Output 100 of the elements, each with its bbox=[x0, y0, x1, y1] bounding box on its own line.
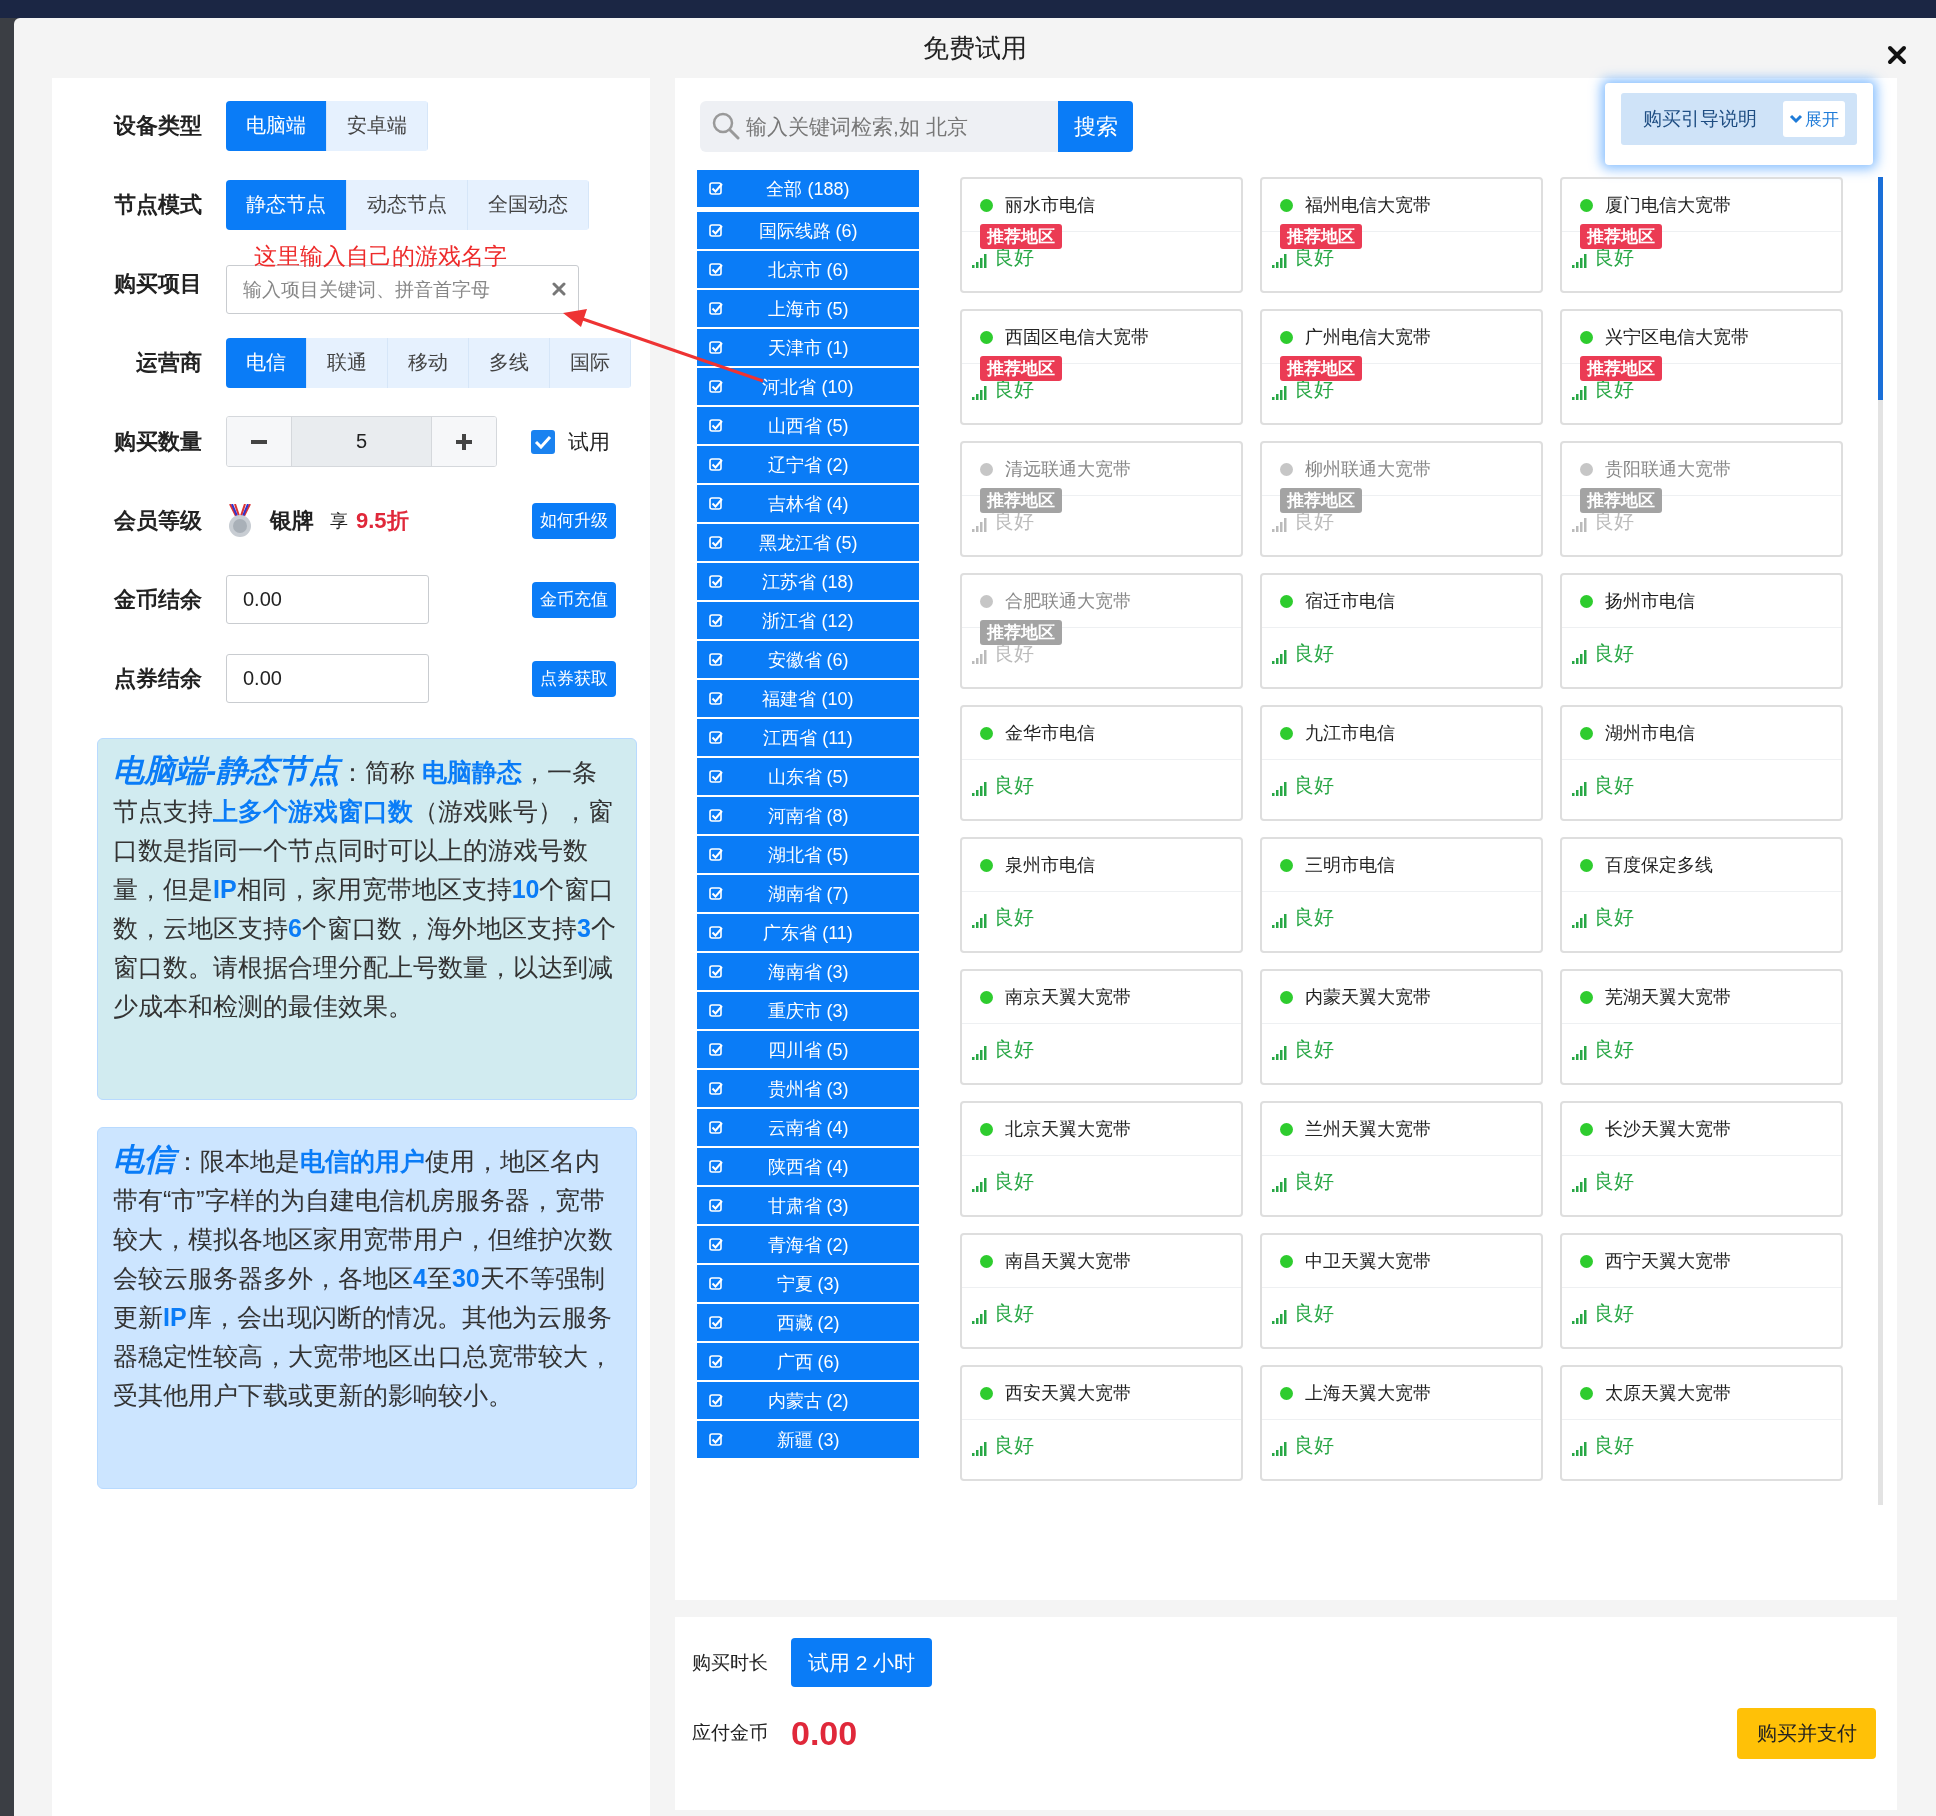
region-item[interactable]: 新疆 (3) bbox=[697, 1421, 919, 1458]
region-item[interactable]: 甘肃省 (3) bbox=[697, 1187, 919, 1224]
minus-icon bbox=[251, 439, 267, 444]
upgrade-button[interactable]: 如何升级 bbox=[532, 502, 616, 539]
region-item[interactable]: 湖南省 (7) bbox=[697, 875, 919, 912]
node-card[interactable]: 兴宁区电信大宽带 推荐地区 良好 bbox=[1560, 309, 1843, 425]
node-card[interactable]: 南昌天翼大宽带 良好 bbox=[960, 1233, 1243, 1349]
signal-status: 良好 bbox=[1294, 510, 1334, 532]
node-card[interactable]: 泉州市电信 良好 bbox=[960, 837, 1243, 953]
search-button[interactable]: 搜索 bbox=[1058, 101, 1133, 152]
region-item[interactable]: 黑龙江省 (5) bbox=[697, 524, 919, 561]
signal-status: 良好 bbox=[1294, 642, 1334, 664]
region-item[interactable]: 青海省 (2) bbox=[697, 1226, 919, 1263]
region-item[interactable]: 陕西省 (4) bbox=[697, 1148, 919, 1185]
region-item[interactable]: 安徽省 (6) bbox=[697, 641, 919, 678]
region-item[interactable]: 云南省 (4) bbox=[697, 1109, 919, 1146]
region-item[interactable]: 河南省 (8) bbox=[697, 797, 919, 834]
node-card[interactable]: 长沙天翼大宽带 良好 bbox=[1560, 1101, 1843, 1217]
node-card[interactable]: 金华市电信 良好 bbox=[960, 705, 1243, 821]
region-item[interactable]: 贵州省 (3) bbox=[697, 1070, 919, 1107]
voucher-balance-field[interactable]: 0.00 bbox=[226, 654, 429, 703]
node-card[interactable]: 清远联通大宽带 推荐地区 良好 bbox=[960, 441, 1243, 557]
region-item[interactable]: 全部 (188) bbox=[697, 170, 919, 207]
trial-checkbox[interactable] bbox=[531, 429, 555, 454]
node-card[interactable]: 扬州市电信 良好 bbox=[1560, 573, 1843, 689]
node-name: 湖州市电信 bbox=[1605, 722, 1695, 745]
node-card[interactable]: 丽水市电信 推荐地区 良好 bbox=[960, 177, 1243, 293]
member-level: 银牌 bbox=[270, 506, 314, 535]
node-card[interactable]: 广州电信大宽带 推荐地区 良好 bbox=[1260, 309, 1543, 425]
node-name: 柳州联通大宽带 bbox=[1305, 458, 1431, 481]
recommended-tag: 推荐地区 bbox=[1280, 356, 1362, 381]
increment-button[interactable] bbox=[432, 417, 496, 466]
node-card[interactable]: 西安天翼大宽带 良好 bbox=[960, 1365, 1243, 1481]
scrollbar[interactable] bbox=[1878, 177, 1883, 1505]
region-label: 青海省 (2) bbox=[766, 1233, 850, 1257]
region-item[interactable]: 西藏 (2) bbox=[697, 1304, 919, 1341]
recommended-tag: 推荐地区 bbox=[980, 224, 1062, 249]
search-field[interactable]: 输入关键词检索,如 北京 bbox=[700, 101, 1058, 152]
region-item[interactable]: 山东省 (5) bbox=[697, 758, 919, 795]
node-card[interactable]: 中卫天翼大宽带 良好 bbox=[1260, 1233, 1543, 1349]
region-item[interactable]: 天津市 (1) bbox=[697, 329, 919, 366]
node-card[interactable]: 内蒙天翼大宽带 良好 bbox=[1260, 969, 1543, 1085]
node-card[interactable]: 九江市电信 良好 bbox=[1260, 705, 1543, 821]
voucher-button[interactable]: 点券获取 bbox=[532, 660, 616, 697]
node-card[interactable]: 湖州市电信 良好 bbox=[1560, 705, 1843, 821]
node-card[interactable]: 南京天翼大宽带 良好 bbox=[960, 969, 1243, 1085]
option-tab[interactable]: 电信 bbox=[226, 337, 307, 388]
region-item[interactable]: 湖北省 (5) bbox=[697, 836, 919, 873]
node-card[interactable]: 北京天翼大宽带 良好 bbox=[960, 1101, 1243, 1217]
node-card[interactable]: 西固区电信大宽带 推荐地区 良好 bbox=[960, 309, 1243, 425]
quantity-field[interactable]: 5 bbox=[291, 417, 432, 466]
region-label: 黑龙江省 (5) bbox=[757, 531, 859, 555]
option-tab[interactable]: 电脑端 bbox=[226, 100, 327, 151]
scroll-thumb[interactable] bbox=[1878, 177, 1883, 400]
decrement-button[interactable] bbox=[227, 417, 291, 466]
region-item[interactable]: 北京市 (6) bbox=[697, 251, 919, 288]
node-card[interactable]: 太原天翼大宽带 良好 bbox=[1560, 1365, 1843, 1481]
node-card[interactable]: 合肥联通大宽带 推荐地区 良好 bbox=[960, 573, 1243, 689]
region-item[interactable]: 浙江省 (12) bbox=[697, 602, 919, 639]
close-icon[interactable] bbox=[1887, 45, 1907, 65]
region-item[interactable]: 重庆市 (3) bbox=[697, 992, 919, 1029]
node-card[interactable]: 上海天翼大宽带 良好 bbox=[1260, 1365, 1543, 1481]
signal-icon bbox=[1572, 914, 1588, 928]
node-card[interactable]: 兰州天翼大宽带 良好 bbox=[1260, 1101, 1543, 1217]
region-label: 安徽省 (6) bbox=[766, 648, 850, 672]
region-label: 贵州省 (3) bbox=[766, 1077, 850, 1101]
pay-button[interactable]: 购买并支付 bbox=[1737, 1707, 1876, 1759]
node-card[interactable]: 百度保定多线 良好 bbox=[1560, 837, 1843, 953]
node-card[interactable]: 三明市电信 良好 bbox=[1260, 837, 1543, 953]
region-item[interactable]: 吉林省 (4) bbox=[697, 485, 919, 522]
region-item[interactable]: 江西省 (11) bbox=[697, 719, 919, 756]
node-card[interactable]: 贵阳联通大宽带 推荐地区 良好 bbox=[1560, 441, 1843, 557]
option-tab[interactable]: 静态节点 bbox=[226, 179, 347, 230]
clear-icon bbox=[552, 282, 566, 296]
region-item[interactable]: 福建省 (10) bbox=[697, 680, 919, 717]
region-item[interactable]: 国际线路 (6) bbox=[697, 212, 919, 249]
signal-icon bbox=[972, 782, 988, 796]
recharge-button[interactable]: 金币充值 bbox=[532, 581, 616, 618]
coin-balance-field[interactable]: 0.00 bbox=[226, 575, 429, 624]
region-item[interactable]: 广东省 (11) bbox=[697, 914, 919, 951]
expand-button[interactable]: 展开 bbox=[1783, 101, 1845, 137]
node-card[interactable]: 福州电信大宽带 推荐地区 良好 bbox=[1260, 177, 1543, 293]
node-card[interactable]: 西宁天翼大宽带 良好 bbox=[1560, 1233, 1843, 1349]
region-item[interactable]: 辽宁省 (2) bbox=[697, 446, 919, 483]
region-item[interactable]: 广西 (6) bbox=[697, 1343, 919, 1380]
region-item[interactable]: 上海市 (5) bbox=[697, 290, 919, 327]
region-item[interactable]: 山西省 (5) bbox=[697, 407, 919, 444]
dialog-title: 免费试用 bbox=[923, 31, 1027, 65]
node-card[interactable]: 宿迁市电信 良好 bbox=[1260, 573, 1543, 689]
region-item[interactable]: 宁夏 (3) bbox=[697, 1265, 919, 1302]
node-card[interactable]: 厦门电信大宽带 推荐地区 良好 bbox=[1560, 177, 1843, 293]
duration-button[interactable]: 试用 2 小时 bbox=[791, 1638, 933, 1687]
region-item[interactable]: 江苏省 (18) bbox=[697, 563, 919, 600]
node-card[interactable]: 芜湖天翼大宽带 良好 bbox=[1560, 969, 1843, 1085]
node-card[interactable]: 柳州联通大宽带 推荐地区 良好 bbox=[1260, 441, 1543, 557]
region-item[interactable]: 四川省 (5) bbox=[697, 1031, 919, 1068]
region-item[interactable]: 河北省 (10) bbox=[697, 368, 919, 405]
field-label: 会员等级 bbox=[113, 506, 202, 535]
region-item[interactable]: 内蒙古 (2) bbox=[697, 1382, 919, 1419]
region-item[interactable]: 海南省 (3) bbox=[697, 953, 919, 990]
